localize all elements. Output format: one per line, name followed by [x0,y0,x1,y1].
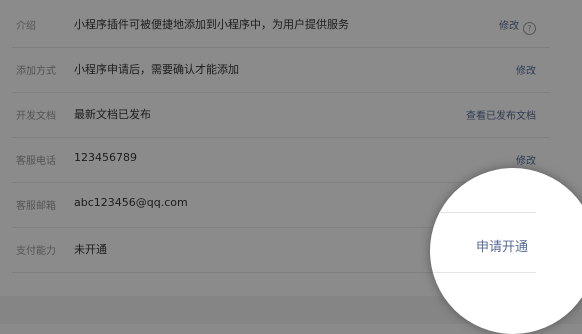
edit-intro-label[interactable]: 修改 [499,21,519,32]
edit-service-phone-link[interactable]: 修改 [516,152,536,167]
settings-row-service-phone: 客服电话 123456789 修改 [12,138,550,183]
service-email-label: 客服邮箱 [16,201,56,212]
payment-label: 支付能力 [16,246,56,257]
intro-value: 小程序插件可被便捷地添加到小程序中，为用户提供服务 [74,18,349,31]
dev-docs-label: 开发文档 [16,111,56,122]
add-method-label: 添加方式 [16,66,56,77]
view-published-docs-link[interactable]: 查看已发布文档 [466,107,536,122]
edit-add-method-link[interactable]: 修改 [516,62,536,77]
magnifier-spotlight: 申请开通 [430,168,582,334]
settings-row-add-method: 添加方式 小程序申请后，需要确认才能添加 修改 [12,48,550,93]
help-icon[interactable]: ? [523,22,536,35]
edit-intro-link[interactable]: 修改? [499,17,536,35]
intro-label: 介绍 [16,21,36,32]
service-email-value: abc123456@qq.com [74,196,188,209]
settings-row-dev-docs: 开发文档 最新文档已发布 查看已发布文档 [12,93,550,138]
divider [430,272,536,273]
service-phone-label: 客服电话 [16,156,56,167]
add-method-value: 小程序申请后，需要确认才能添加 [74,63,239,76]
dev-docs-value: 最新文档已发布 [74,108,151,121]
payment-value: 未开通 [74,243,107,256]
settings-row-intro: 介绍 小程序插件可被便捷地添加到小程序中，为用户提供服务 修改? [12,3,550,48]
service-phone-value: 123456789 [74,151,137,164]
divider [430,212,536,213]
apply-activate-button[interactable]: 申请开通 [476,236,528,255]
